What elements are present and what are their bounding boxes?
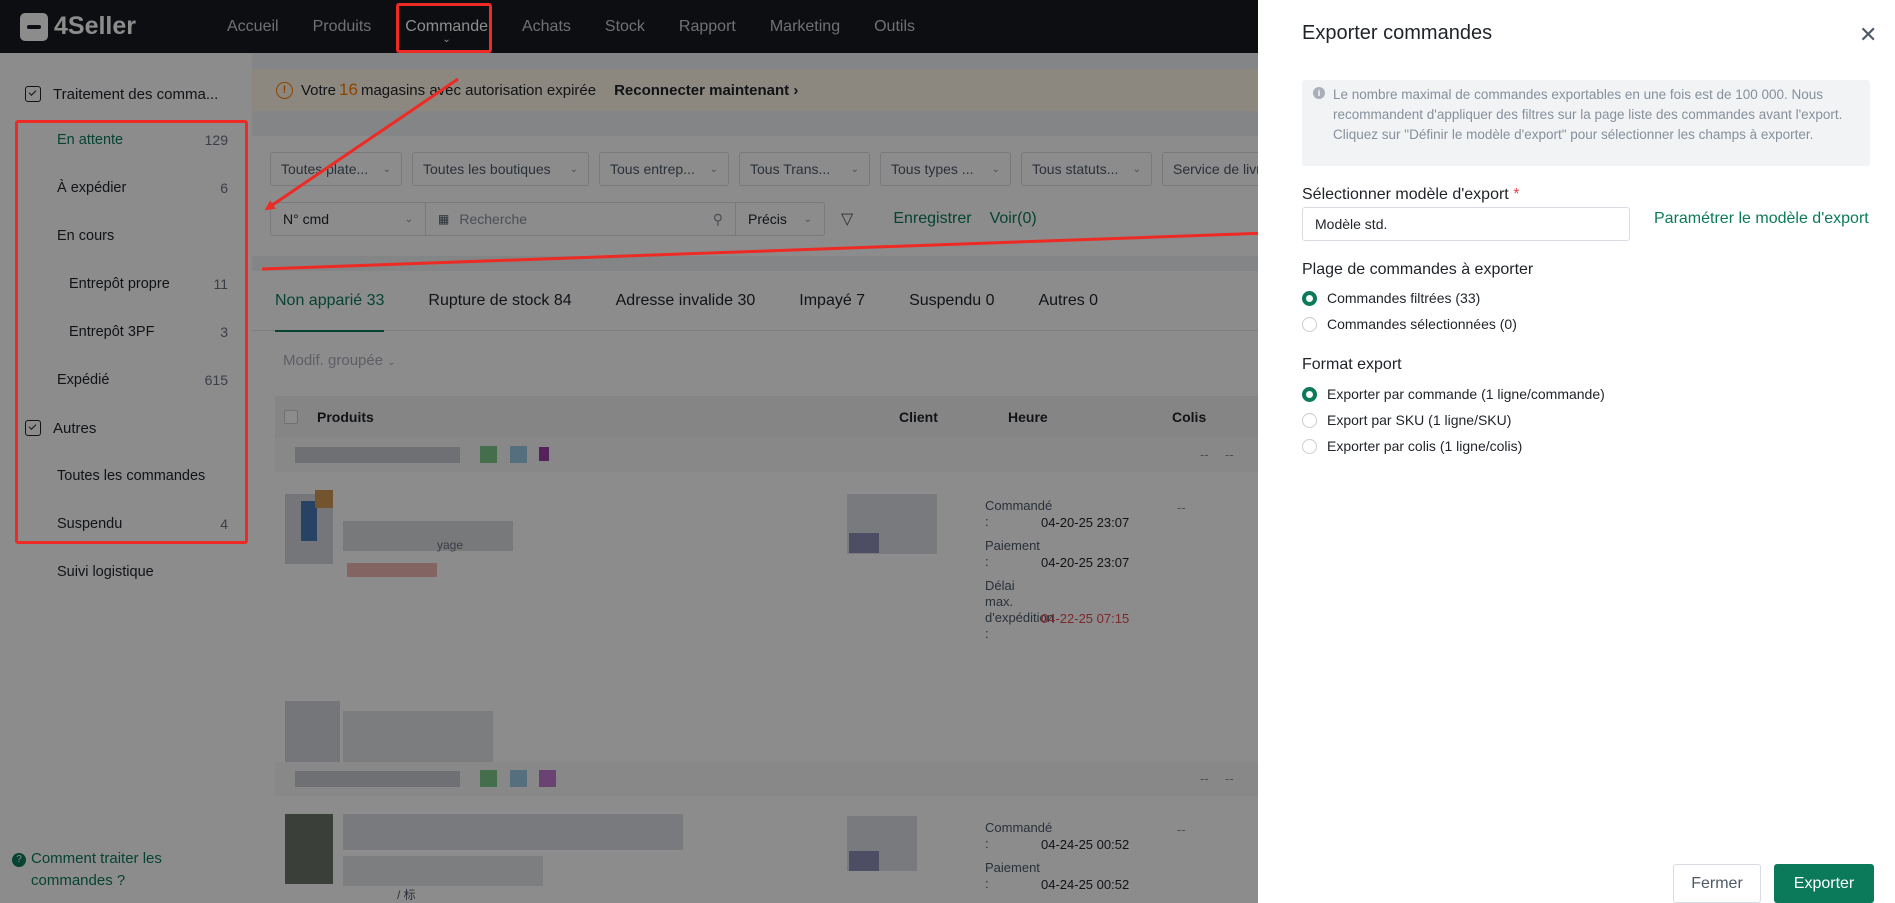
radio-filtered-orders[interactable]: Commandes filtrées (33) (1302, 290, 1480, 306)
radio-label: Commandes sélectionnées (0) (1327, 316, 1517, 332)
radio-export-by-order[interactable]: Exporter par commande (1 ligne/commande) (1302, 386, 1605, 402)
info-notice: i Le nombre maximal de commandes exporta… (1302, 80, 1870, 166)
template-label: Sélectionner modèle d'export * (1302, 186, 1519, 204)
info-icon: i (1313, 87, 1325, 99)
range-label: Plage de commandes à exporter (1302, 261, 1534, 278)
radio-label: Export par SKU (1 ligne/SKU) (1327, 412, 1512, 428)
radio-button[interactable] (1302, 438, 1317, 454)
info-text: Le nombre maximal de commandes exportabl… (1333, 87, 1843, 142)
annotation-box-sidebar (15, 120, 248, 544)
drawer-title: Exporter commandes (1302, 22, 1493, 44)
required-mark: * (1513, 186, 1520, 203)
close-button[interactable]: Fermer (1673, 864, 1761, 903)
template-select[interactable]: Modèle std. (1302, 207, 1630, 241)
radio-button[interactable] (1302, 290, 1317, 306)
radio-button[interactable] (1302, 316, 1317, 332)
template-label-text: Sélectionner modèle d'export (1302, 186, 1509, 203)
radio-label: Exporter par commande (1 ligne/commande) (1327, 386, 1605, 402)
close-icon[interactable]: ✕ (1859, 22, 1877, 48)
annotation-box-commande (396, 3, 492, 53)
export-drawer: Exporter commandes ✕ i Le nombre maximal… (1258, 0, 1895, 903)
radio-selected-orders[interactable]: Commandes sélectionnées (0) (1302, 316, 1517, 332)
radio-export-by-sku[interactable]: Export par SKU (1 ligne/SKU) (1302, 412, 1511, 428)
export-button[interactable]: Exporter (1774, 864, 1874, 903)
radio-button[interactable] (1302, 386, 1317, 402)
radio-button[interactable] (1302, 412, 1317, 428)
radio-label: Commandes filtrées (33) (1327, 290, 1481, 306)
radio-export-by-package[interactable]: Exporter par colis (1 ligne/colis) (1302, 438, 1522, 454)
configure-template-link[interactable]: Paramétrer le modèle d'export (1654, 210, 1869, 228)
format-label: Format export (1302, 356, 1402, 373)
radio-label: Exporter par colis (1 ligne/colis) (1327, 438, 1523, 454)
